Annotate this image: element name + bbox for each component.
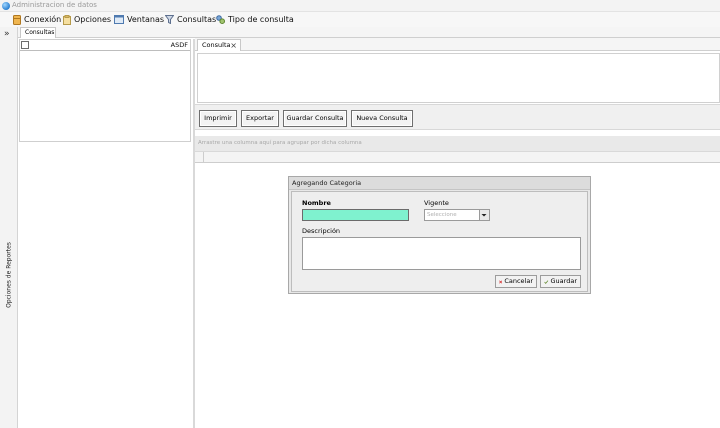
agregando-categoria-dialog: Agregando Categoria Nombre Vigente Selec… <box>288 176 591 294</box>
right-tab-strip: Consulta × <box>195 38 720 51</box>
menu-consultas[interactable]: Consultas <box>165 12 216 27</box>
descripcion-label: Descripción <box>302 227 341 235</box>
group-by-bar[interactable]: Arrastre una columna aquí para agrupar p… <box>195 136 720 152</box>
chevron-down-icon[interactable] <box>479 210 489 220</box>
menu-consultas-label: Consultas <box>177 15 217 24</box>
cancelar-button[interactable]: Cancelar <box>495 275 537 288</box>
panel-splitter[interactable] <box>193 39 195 428</box>
app-icon <box>2 2 10 10</box>
tab-consulta-label: Consulta <box>202 41 231 49</box>
vigente-select[interactable]: Seleccione <box>424 209 490 221</box>
options-icon <box>63 14 71 25</box>
guardar-label: Guardar <box>550 277 577 285</box>
windows-icon <box>114 15 124 24</box>
nueva-consulta-button[interactable]: Nueva Consulta <box>351 110 413 127</box>
menu-opciones[interactable]: Opciones <box>63 12 111 27</box>
grid-row-indicator-cell <box>195 152 204 162</box>
consultas-panel: ASDF <box>19 39 191 142</box>
menu-bar: Conexión Opciones Ventanas Consultas Tip… <box>0 12 720 27</box>
group-by-hint: Arrastre una columna aquí para agrupar p… <box>198 140 362 146</box>
nombre-field[interactable] <box>302 209 409 221</box>
cancel-x-icon <box>499 280 503 283</box>
dialog-title: Agregando Categoria <box>289 177 590 190</box>
grid-column-header <box>195 152 720 163</box>
exportar-button[interactable]: Exportar <box>241 110 279 127</box>
left-tab-strip: Consultas <box>0 27 720 38</box>
menu-conexion[interactable]: Conexión <box>13 12 61 27</box>
chevron-right-icon[interactable]: » <box>4 29 10 39</box>
query-text-area[interactable] <box>197 53 720 103</box>
guardar-consulta-button[interactable]: Guardar Consulta <box>283 110 347 127</box>
menu-tipo-consulta[interactable]: Tipo de consulta <box>216 12 294 27</box>
vigente-label: Vigente <box>424 199 449 207</box>
filter-value: ASDF <box>170 41 188 49</box>
filter-icon <box>165 15 174 24</box>
menu-ventanas-label: Ventanas <box>127 15 165 24</box>
rail-label-opciones-reportes[interactable]: Opciones de Reportes <box>6 242 13 308</box>
menu-ventanas[interactable]: Ventanas <box>114 12 164 27</box>
tab-consultas[interactable]: Consultas <box>20 27 56 38</box>
title-bar: Administracion de datos <box>0 0 720 12</box>
vigente-select-placeholder: Seleccione <box>427 212 457 218</box>
menu-conexion-label: Conexión <box>24 15 62 24</box>
menu-opciones-label: Opciones <box>74 15 112 24</box>
cancelar-label: Cancelar <box>504 277 533 285</box>
imprimir-button[interactable]: Imprimir <box>199 110 237 127</box>
close-icon[interactable]: × <box>230 40 237 51</box>
side-rail: » Opciones de Reportes <box>0 27 18 428</box>
filter-checkbox[interactable] <box>21 41 29 49</box>
window-title: Administracion de datos <box>12 1 97 9</box>
query-type-icon <box>216 15 225 24</box>
db-icon <box>13 14 21 25</box>
guardar-button[interactable]: Guardar <box>540 275 581 288</box>
filter-row[interactable]: ASDF <box>20 40 190 51</box>
descripcion-field[interactable] <box>302 237 581 270</box>
tab-consulta[interactable]: Consulta × <box>197 39 241 51</box>
action-button-bar: Imprimir Exportar Guardar Consulta Nueva… <box>195 104 720 130</box>
check-icon <box>544 279 549 284</box>
menu-tipo-consulta-label: Tipo de consulta <box>228 15 294 24</box>
nombre-label: Nombre <box>302 199 331 207</box>
